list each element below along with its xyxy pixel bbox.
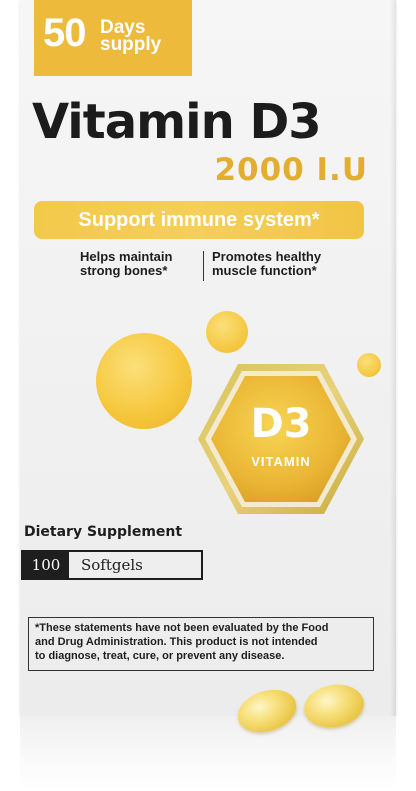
claim-bones: Helps maintain strong bones* [80,250,210,278]
claim-muscle: Promotes healthy muscle function* [212,250,362,278]
claim-bones-line2: strong bones* [80,263,168,278]
decor-bubble-medium [206,311,248,353]
disclaimer-line3: to diagnose, treat, cure, or prevent any… [35,650,285,662]
dietary-supplement-label: Dietary Supplement [24,524,183,540]
supply-days-label: Days supply [100,17,162,55]
disclaimer-line2: and Drug Administration. This product is… [35,636,318,648]
claim-muscle-line2: muscle function* [212,263,317,278]
claim-muscle-line1: Promotes healthy [212,249,322,264]
softgel-count-label: Softgels [81,556,143,574]
decor-bubble-large [96,333,192,429]
product-strength: 2000 I.U [214,152,368,188]
softgel-count: 100 Softgels [21,550,203,580]
disclaimer-line1: *These statements have not been evaluate… [35,622,329,634]
supply-badge: 50 Days supply [34,0,192,76]
vitamin-d3-hexagon: D3 VITAMIN [196,360,366,518]
claim-bones-line1: Helps maintain [80,249,173,264]
supply-days-number: 50 [43,11,86,55]
softgel-count-number: 100 [23,552,69,578]
product-box: 50 Days supply Vitamin D3 2000 I.U Suppo… [20,0,396,716]
hexagon-d3-text: D3 [250,401,312,447]
fda-disclaimer: *These statements have not been evaluate… [28,617,374,671]
hexagon-vitamin-text: VITAMIN [251,454,311,469]
benefit-banner: Support immune system* [34,201,364,239]
claims-divider [203,251,204,281]
claims-row: Helps maintain strong bones* Promotes he… [60,250,360,284]
product-title: Vitamin D3 [32,94,322,150]
box-reflection: . [20,716,396,791]
